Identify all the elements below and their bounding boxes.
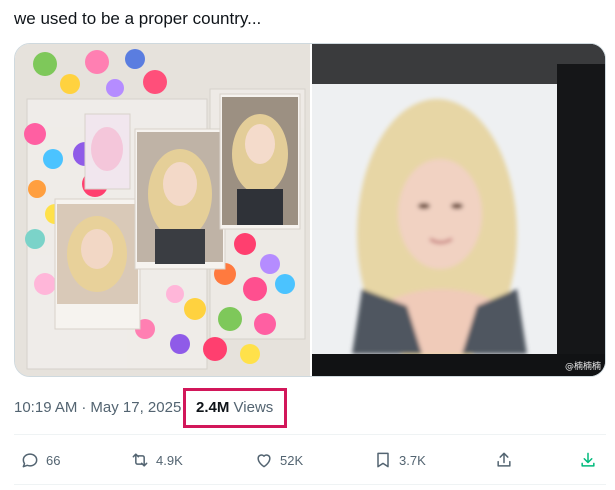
repost-count: 4.9K <box>156 452 183 468</box>
download-button[interactable] <box>578 448 604 472</box>
repost-icon <box>132 453 148 467</box>
tweet-meta: 10:19 AM · May 17, 2025 <box>14 398 181 418</box>
like-count: 52K <box>280 452 304 468</box>
like-button[interactable]: 52K <box>254 448 303 472</box>
views-label: Views <box>233 399 274 416</box>
reply-count: 66 <box>46 452 61 468</box>
tweet-date[interactable]: May 17, 2025 <box>90 399 181 416</box>
share-icon <box>497 452 511 467</box>
bookmark-icon <box>377 452 389 468</box>
reply-button[interactable]: 66 <box>20 448 60 472</box>
views-count: 2.4M <box>196 399 230 416</box>
portrait-illustration <box>312 44 605 376</box>
download-icon <box>581 452 595 467</box>
media-image-right[interactable]: @楠楠楠 <box>312 44 605 376</box>
repost-button[interactable]: 4.9K <box>130 448 183 472</box>
collage-illustration <box>15 44 310 376</box>
media-image-left[interactable] <box>15 44 310 376</box>
bookmark-count: 3.7K <box>399 452 426 468</box>
views-stat[interactable]: 2.4M Views <box>196 398 273 418</box>
heart-icon <box>257 454 271 468</box>
divider-top <box>14 434 606 435</box>
image-watermark: @楠楠楠 <box>564 362 601 372</box>
media-grid: @楠楠楠 <box>14 43 606 377</box>
meta-separator: · <box>81 399 87 416</box>
share-button[interactable] <box>494 448 520 472</box>
reply-icon <box>22 453 38 468</box>
tweet-text: we used to be a proper country... <box>14 9 262 28</box>
tweet-time[interactable]: 10:19 AM <box>14 399 77 416</box>
divider-bottom <box>14 484 606 485</box>
bookmark-button[interactable]: 3.7K <box>373 448 426 472</box>
